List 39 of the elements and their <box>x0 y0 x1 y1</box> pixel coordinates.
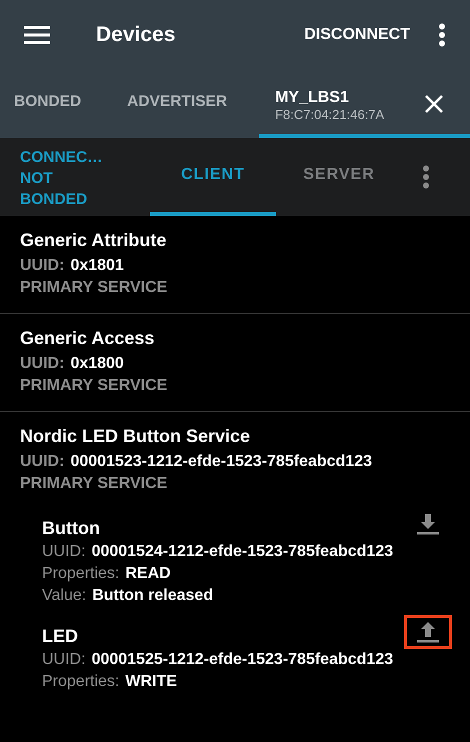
field-value: 00001525-1212-efde-1523-785feabcd123 <box>92 650 394 670</box>
bond-status: NOT BONDED <box>20 169 88 210</box>
screen-title: Devices <box>96 23 176 47</box>
field-value: 00001524-1212-efde-1523-785feabcd123 <box>92 542 394 562</box>
upload-icon <box>416 620 440 644</box>
uuid-value: 0x1800 <box>70 354 124 374</box>
field-label: UUID: <box>42 650 86 670</box>
service-type: PRIMARY SERVICE <box>20 279 168 297</box>
uuid-label: UUID: <box>20 354 64 374</box>
field-label: Properties: <box>42 672 120 692</box>
disconnect-button[interactable]: DISCONNECT <box>304 26 410 44</box>
mode-tab[interactable]: SERVER <box>276 138 402 216</box>
download-icon <box>416 512 440 536</box>
field-value: READ <box>125 564 171 584</box>
mode-tab[interactable]: CLIENT <box>150 138 276 216</box>
close-icon[interactable] <box>424 94 444 114</box>
write-button[interactable] <box>404 615 452 649</box>
field-label: Value: <box>42 586 86 606</box>
characteristic-name: Button <box>42 518 100 538</box>
service-type: PRIMARY SERVICE <box>20 475 168 493</box>
characteristic-name: LED <box>42 626 78 646</box>
service-name: Nordic LED Button Service <box>20 426 252 447</box>
field-value: WRITE <box>125 672 177 692</box>
uuid-label: UUID: <box>20 256 64 276</box>
overflow-menu-icon[interactable] <box>422 165 430 189</box>
device-tab[interactable]: ADVERTISER <box>113 70 242 138</box>
device-tab[interactable]: BONDED <box>0 70 96 138</box>
menu-icon[interactable] <box>24 25 50 45</box>
field-label: Properties: <box>42 564 120 584</box>
service-name: Generic Attribute <box>20 230 168 251</box>
field-value: Button released <box>92 586 214 606</box>
service-type: PRIMARY SERVICE <box>20 377 168 395</box>
overflow-menu-icon[interactable] <box>438 23 446 47</box>
uuid-value: 00001523-1212-efde-1523-785feabcd123 <box>70 452 372 472</box>
uuid-label: UUID: <box>20 452 64 472</box>
connection-status: CONNEC… <box>20 148 104 168</box>
uuid-value: 0x1801 <box>70 256 124 276</box>
field-label: UUID: <box>42 542 86 562</box>
service-name: Generic Access <box>20 328 156 349</box>
